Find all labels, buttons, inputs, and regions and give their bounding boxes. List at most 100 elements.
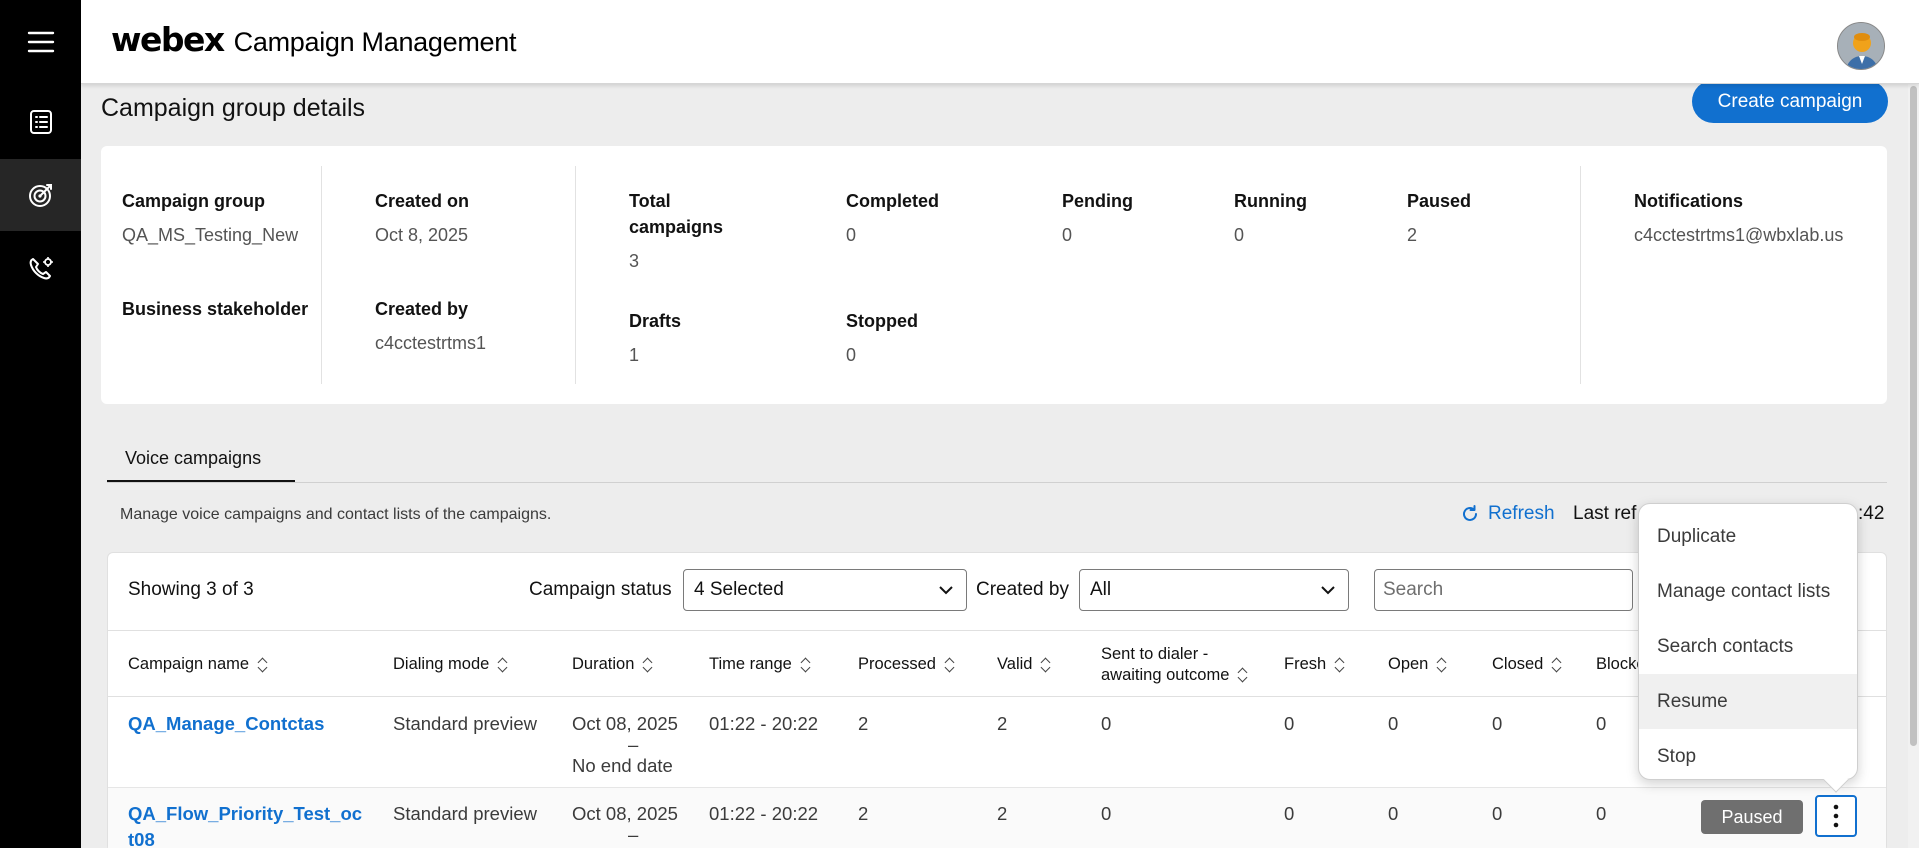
- webex-logo: webex: [111, 20, 225, 59]
- campaign-group-details-card: Campaign group QA_MS_Testing_New Busines…: [101, 146, 1887, 404]
- total-campaigns-value: 3: [629, 251, 640, 271]
- helper-text: Manage voice campaigns and contact lists…: [120, 506, 552, 523]
- column-header-duration[interactable]: Duration: [572, 631, 654, 698]
- notifications-label: Notifications: [1634, 191, 1744, 211]
- brand: webex Campaign Management: [111, 20, 516, 59]
- campaign-status-label: Campaign status: [529, 579, 672, 600]
- column-header-sent-to-dialer[interactable]: Sent to dialer - awaiting outcome: [1101, 631, 1249, 698]
- column-header-campaign-name[interactable]: Campaign name: [128, 631, 269, 698]
- column-header-time-range[interactable]: Time range: [709, 631, 812, 698]
- campaign-status-select[interactable]: 4 Selected: [683, 569, 967, 611]
- more-actions-button[interactable]: [1815, 795, 1857, 837]
- menu-item-duplicate[interactable]: Duplicate: [1639, 509, 1857, 564]
- column-header-closed[interactable]: Closed: [1492, 631, 1563, 698]
- campaign-name-line2: t08: [128, 829, 155, 848]
- business-stakeholder-label: Business stakeholder: [122, 299, 309, 319]
- sort-icon: [257, 656, 269, 674]
- column-label: Processed: [858, 655, 936, 673]
- created-by-filter-label: Created by: [976, 579, 1069, 600]
- nav-rail: [0, 0, 81, 848]
- column-header-fresh[interactable]: Fresh: [1284, 631, 1346, 698]
- column-header-open[interactable]: Open: [1388, 631, 1448, 698]
- last-refreshed-time: :42: [1858, 503, 1885, 524]
- fresh-cell: 0: [1284, 803, 1295, 824]
- column-label-line2: awaiting outcome: [1101, 665, 1230, 684]
- sort-icon: [1436, 656, 1448, 674]
- time-range-cell: 01:22 - 20:22: [709, 713, 819, 734]
- nav-item-campaign-list[interactable]: [0, 86, 81, 158]
- column-label-line1: Sent to dialer -: [1101, 644, 1209, 663]
- closed-cell: 0: [1492, 713, 1503, 734]
- last-refreshed-text: Last ref: [1573, 503, 1637, 524]
- column-label: Time range: [709, 655, 792, 673]
- tab-voice-campaigns[interactable]: Voice campaigns: [107, 440, 295, 482]
- sent-cell: 0: [1101, 803, 1112, 824]
- column-label: Sent to dialer - awaiting outcome: [1101, 644, 1229, 686]
- sort-icon: [642, 656, 654, 674]
- search-input[interactable]: [1374, 569, 1633, 611]
- campaign-name-link[interactable]: QA_Manage_Contctas: [128, 711, 324, 737]
- running-label: Running: [1234, 191, 1307, 211]
- completed-value: 0: [846, 225, 857, 245]
- drafts-value: 1: [629, 345, 640, 365]
- duration-start-cell: Oct 08, 2025: [572, 803, 678, 824]
- notifications-value: c4cctestrtms1@wbxlab.us: [1634, 225, 1844, 245]
- more-vertical-icon: [1833, 804, 1839, 828]
- avatar[interactable]: [1837, 22, 1885, 70]
- dialing-mode-cell: Standard preview: [393, 803, 537, 824]
- refresh-button[interactable]: Refresh: [1460, 503, 1555, 525]
- stopped-value: 0: [846, 345, 857, 365]
- campaign-name-line1: QA_Flow_Priority_Test_oc: [128, 803, 363, 824]
- sort-icon: [497, 656, 509, 674]
- refresh-icon: [1463, 505, 1477, 521]
- total-campaigns-label-line1: Total: [629, 191, 671, 211]
- column-header-dialing-mode[interactable]: Dialing mode: [393, 631, 509, 698]
- menu-item-search-contacts[interactable]: Search contacts: [1639, 619, 1857, 674]
- table-row: QA_Flow_Priority_Test_oc t08 Standard pr…: [108, 788, 1886, 848]
- paused-value: 2: [1407, 225, 1418, 245]
- scrollbar-thumb[interactable]: [1910, 86, 1917, 746]
- nav-item-dialer-settings[interactable]: [0, 233, 81, 305]
- column-label: Campaign name: [128, 655, 250, 673]
- create-campaign-button[interactable]: Create campaign: [1692, 80, 1888, 123]
- column-label: Valid: [997, 655, 1033, 673]
- sort-icon: [800, 656, 812, 674]
- chevron-down-icon: [939, 586, 953, 595]
- refresh-label: Refresh: [1488, 503, 1555, 524]
- menu-item-resume[interactable]: Resume: [1639, 674, 1857, 729]
- table-row: QA_Manage_Contctas Standard preview Oct …: [108, 697, 1886, 788]
- created-by-select[interactable]: All: [1079, 569, 1349, 611]
- duration-start-cell: Oct 08, 2025: [572, 713, 678, 734]
- column-header-processed[interactable]: Processed: [858, 631, 956, 698]
- campaign-group-label: Campaign group: [122, 191, 265, 211]
- created-by-filter-value: All: [1090, 579, 1112, 600]
- blocked-cell: 0: [1596, 713, 1607, 734]
- column-header-valid[interactable]: Valid: [997, 631, 1052, 698]
- created-on-value: Oct 8, 2025: [375, 225, 469, 245]
- nav-item-campaigns[interactable]: [0, 159, 81, 231]
- column-divider: [575, 166, 576, 384]
- completed-label: Completed: [846, 191, 940, 211]
- pending-label: Pending: [1062, 191, 1133, 211]
- actions-menu: Duplicate Manage contact lists Search co…: [1638, 503, 1858, 780]
- processed-cell: 2: [858, 803, 869, 824]
- user-avatar-icon: [1838, 23, 1884, 69]
- total-campaigns-label-line2: campaigns: [629, 217, 724, 237]
- running-value: 0: [1234, 225, 1245, 245]
- created-by-value: c4cctestrtms1: [375, 333, 487, 353]
- menu-item-manage-contact-lists[interactable]: Manage contact lists: [1639, 564, 1857, 619]
- valid-cell: 2: [997, 803, 1008, 824]
- phone-settings-icon: [29, 257, 53, 280]
- valid-cell: 2: [997, 713, 1008, 734]
- campaign-group-value: QA_MS_Testing_New: [122, 225, 299, 245]
- column-divider: [321, 166, 322, 384]
- menu-item-stop[interactable]: Stop: [1639, 729, 1857, 784]
- open-cell: 0: [1388, 713, 1399, 734]
- column-label: Dialing mode: [393, 655, 490, 673]
- pending-value: 0: [1062, 225, 1073, 245]
- column-label: Closed: [1492, 655, 1544, 673]
- menu-button[interactable]: [0, 6, 81, 78]
- sort-icon: [1551, 656, 1563, 674]
- campaign-name-link[interactable]: QA_Flow_Priority_Test_oc t08: [128, 801, 362, 848]
- column-label: Open: [1388, 655, 1429, 673]
